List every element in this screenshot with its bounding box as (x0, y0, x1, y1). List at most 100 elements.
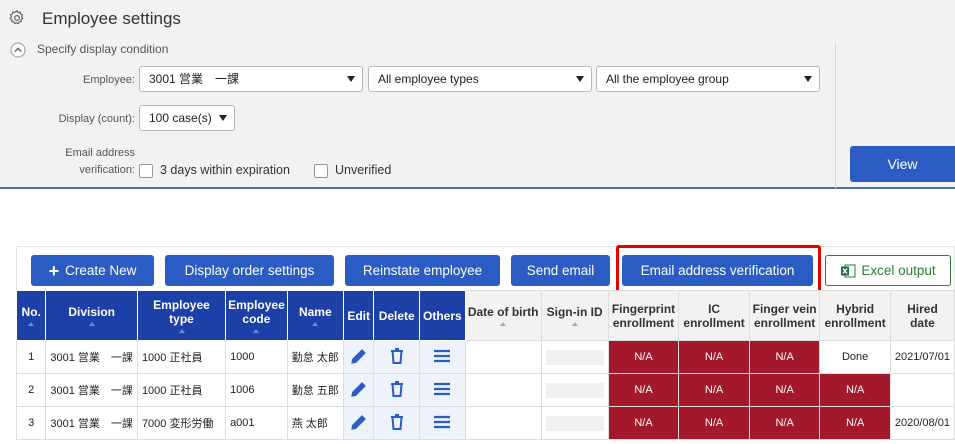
title-bar: Employee settings (0, 0, 955, 36)
cell-hybrid: N/A (819, 406, 891, 440)
cell-dob (464, 406, 542, 440)
email-verification-label-1: Email address (65, 147, 135, 159)
unverified-checkbox[interactable] (314, 164, 328, 178)
excel-output-label: Excel output (861, 263, 936, 278)
highlight-box (616, 245, 821, 293)
excel-output-button[interactable]: Excel output (825, 255, 951, 286)
three-days-checkbox[interactable] (139, 164, 153, 178)
trash-icon[interactable] (388, 379, 406, 399)
cell-signin (540, 340, 609, 374)
menu-icon[interactable] (432, 381, 452, 397)
others-cell[interactable] (418, 373, 466, 407)
edit-cell[interactable] (342, 340, 375, 374)
col-header-fingervein[interactable]: Finger vein enrollment (748, 290, 821, 341)
cell-signin (540, 373, 609, 407)
cell-hired: 2021/07/01 (889, 340, 955, 374)
cell-hired: 2020/08/01 (889, 406, 955, 440)
cell-ic: N/A (678, 373, 750, 407)
col-header-ic[interactable]: IC enrollment (678, 290, 750, 341)
cell-fingerprint: N/A (607, 373, 680, 407)
trash-icon[interactable] (388, 346, 406, 366)
col-header-signin[interactable]: Sign-in ID (540, 290, 609, 341)
page-title: Employee settings (42, 9, 181, 28)
reinstate-employee-button[interactable]: Reinstate employee (345, 255, 500, 286)
edit-cell[interactable] (342, 373, 375, 407)
table-row: 3 3001 営業 一課 7000 変形労働 a001 燕 太郎 N/A N/A… (15, 406, 955, 440)
cell-type: 1000 正社員 (136, 340, 227, 374)
cell-hybrid: N/A (819, 373, 891, 407)
cell-name: 勤怠 太郎 (286, 340, 344, 374)
send-email-button[interactable]: Send email (511, 255, 610, 286)
plus-icon: + (48, 260, 60, 281)
others-cell[interactable] (418, 406, 466, 440)
gear-icon (9, 10, 24, 25)
cell-fingervein: N/A (748, 340, 821, 374)
others-cell[interactable] (418, 340, 466, 374)
delete-cell[interactable] (373, 340, 420, 374)
unverified-label: Unverified (335, 163, 392, 177)
cell-division: 3001 営業 一課 (45, 340, 138, 374)
cell-dob (464, 373, 542, 407)
col-header-employee-type[interactable]: Employee type (136, 290, 227, 341)
create-new-button[interactable]: + Create New (31, 255, 154, 286)
cell-hired (889, 373, 955, 407)
sort-icon (571, 322, 578, 326)
employee-select[interactable]: 3001 営業 一課 (139, 66, 363, 92)
employee-label: Employee: (83, 74, 135, 86)
col-header-no[interactable]: No. (15, 290, 47, 341)
pencil-icon[interactable] (349, 346, 369, 366)
masked-value (545, 415, 604, 431)
cell-hybrid: Done (819, 340, 891, 374)
col-header-others: Others (418, 290, 466, 341)
table-header-row: No. Division Employee type Employee code … (15, 290, 955, 341)
trash-icon[interactable] (388, 412, 406, 432)
col-header-hybrid[interactable]: Hybrid enrollment (819, 290, 891, 341)
employee-table: No. Division Employee type Employee code … (15, 290, 955, 440)
cell-signin (540, 406, 609, 440)
col-header-edit: Edit (342, 290, 375, 341)
table-row: 2 3001 営業 一課 1000 正社員 1006 勤怠 五郎 N/A N/A… (15, 373, 955, 407)
cell-fingerprint: N/A (607, 406, 680, 440)
cell-fingerprint: N/A (607, 340, 680, 374)
cell-no: 3 (15, 406, 47, 440)
col-header-fingerprint[interactable]: Fingerprint enrollment (607, 290, 680, 341)
col-header-division[interactable]: Division (45, 290, 138, 341)
masked-value (545, 349, 604, 365)
display-order-button[interactable]: Display order settings (165, 255, 334, 286)
menu-icon[interactable] (432, 414, 452, 430)
condition-title: Specify display condition (37, 42, 169, 56)
edit-cell[interactable] (342, 406, 375, 440)
delete-cell[interactable] (373, 373, 420, 407)
sort-icon (28, 322, 35, 326)
email-verification-label-2: verification: (79, 164, 135, 176)
sort-icon (312, 322, 319, 326)
pencil-icon[interactable] (349, 379, 369, 399)
masked-value (545, 382, 604, 398)
menu-icon[interactable] (432, 348, 452, 364)
cell-fingervein: N/A (748, 406, 821, 440)
delete-cell[interactable] (373, 406, 420, 440)
display-count-label: Display (count): (58, 113, 135, 125)
view-button[interactable]: View (850, 146, 955, 182)
cell-code: a001 (225, 406, 288, 440)
cell-type: 1000 正社員 (136, 373, 227, 407)
cell-code: 1000 (225, 340, 288, 374)
employee-group-select[interactable]: All the employee group (596, 66, 820, 92)
chevron-down-icon (347, 76, 355, 82)
display-count-select[interactable]: 100 case(s) (139, 105, 235, 131)
col-header-dob[interactable]: Date of birth (464, 290, 542, 341)
col-header-hired[interactable]: Hired date (889, 290, 955, 341)
pencil-icon[interactable] (349, 412, 369, 432)
sort-icon (500, 322, 507, 326)
employee-select-value: 3001 営業 一課 (149, 72, 240, 86)
cell-name: 勤怠 五郎 (286, 373, 344, 407)
col-header-name[interactable]: Name (286, 290, 344, 341)
panel-divider (835, 42, 836, 188)
cell-ic: N/A (678, 340, 750, 374)
chevron-down-icon (576, 76, 584, 82)
col-header-employee-code[interactable]: Employee code (225, 290, 288, 341)
display-count-select-value: 100 case(s) (149, 111, 212, 125)
employee-type-select[interactable]: All employee types (368, 66, 592, 92)
sort-icon (88, 322, 95, 326)
collapse-icon[interactable] (10, 42, 26, 58)
